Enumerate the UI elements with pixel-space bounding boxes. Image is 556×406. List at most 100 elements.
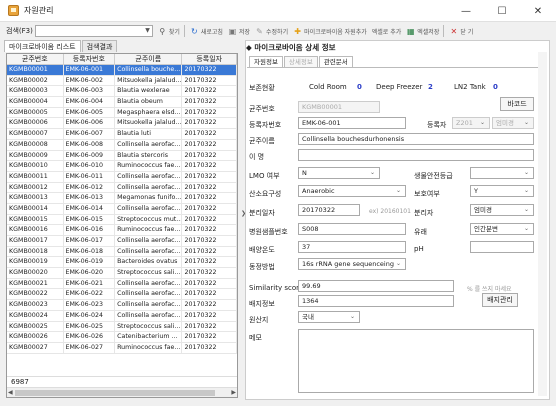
table-row[interactable]: KGMB00003 EMK-06-003 Blautia wexlerae 20170… bbox=[7, 86, 237, 98]
table-row[interactable]: KGMB00018 EMK-06-018 Collinsella aerofac..… bbox=[7, 246, 237, 258]
column-header[interactable]: 균주번호 bbox=[7, 54, 64, 64]
save-button[interactable]: ▣ 저장 bbox=[228, 27, 250, 36]
table-row[interactable]: KGMB00020 EMK-06-020 Streptococcus sali...… bbox=[7, 268, 237, 279]
excel-save-button[interactable]: ▦ 엑셀저장 bbox=[406, 27, 439, 36]
tab-resource-info[interactable]: 자원정보 bbox=[249, 56, 283, 67]
memo-field[interactable] bbox=[298, 329, 534, 393]
table-cell: EMK-06-016 bbox=[64, 225, 116, 235]
table-cell: 20170322 bbox=[182, 278, 237, 289]
table-row[interactable]: KGMB00026 EMK-06-026 Catenibacterium ... 20… bbox=[7, 332, 237, 343]
horizontal-scrollbar[interactable]: ◀ ▶ bbox=[7, 387, 237, 397]
table-row[interactable]: KGMB00022 EMK-06-022 Collinsella aerofac..… bbox=[7, 289, 237, 301]
tab-microbiome-list[interactable]: 마이크로바이옴 리스트 bbox=[4, 40, 81, 52]
registrant-id-select[interactable]: Z201 ⌄ bbox=[452, 117, 490, 129]
table-cell: 20170322 bbox=[182, 246, 237, 257]
table-cell: EMK-06-017 bbox=[64, 236, 116, 246]
table-cell: KGMB00025 bbox=[7, 321, 64, 332]
reg-no-field[interactable]: EMK-06-001 bbox=[298, 117, 406, 129]
table-row[interactable]: KGMB00019 EMK-06-019 Bacteroides ovatus 201… bbox=[7, 257, 237, 269]
vertical-scrollbar[interactable] bbox=[538, 52, 547, 396]
strain-no-field[interactable]: KGMB00001 bbox=[298, 101, 380, 113]
identification-select[interactable]: 16s rRNA gene sequenceing ⌄ bbox=[298, 258, 406, 270]
table-cell: KGMB00008 bbox=[7, 139, 64, 150]
find-button[interactable]: ⚲ 찾기 bbox=[158, 27, 179, 36]
table-row[interactable]: KGMB00008 EMK-06-008 Collinsella aerofac..… bbox=[7, 139, 237, 151]
table-row[interactable]: KGMB00009 EMK-06-009 Blautia stercoris 2017… bbox=[7, 150, 237, 162]
table-row[interactable]: KGMB00013 EMK-06-013 Megamonas funifo... 20… bbox=[7, 193, 237, 204]
source-select[interactable]: 국내 ⌄ bbox=[298, 311, 360, 323]
minimize-button[interactable]: — bbox=[448, 0, 484, 22]
strain-no-label: 균주번호 bbox=[249, 105, 275, 113]
column-header[interactable]: 균주이름 bbox=[115, 54, 183, 64]
temperature-field[interactable]: 37 bbox=[298, 241, 406, 253]
table-cell: KGMB00011 bbox=[7, 171, 64, 182]
table-cell: KGMB00002 bbox=[7, 75, 64, 86]
table-row[interactable]: KGMB00021 EMK-06-021 Collinsella aerofac..… bbox=[7, 278, 237, 290]
sample-no-field[interactable]: S008 bbox=[298, 223, 406, 235]
table-cell: Collinsella aerofac... bbox=[117, 278, 183, 289]
table-cell: 20170322 bbox=[182, 203, 237, 214]
ph-field[interactable] bbox=[470, 241, 534, 253]
table-row[interactable]: KGMB00012 EMK-06-012 Collinsella aerofac..… bbox=[7, 182, 237, 194]
table-row[interactable]: KGMB00014 EMK-06-014 Collinsella aerofac..… bbox=[7, 203, 237, 215]
table-row[interactable]: KGMB00002 EMK-06-002 Mitsuokella jalalud..… bbox=[7, 75, 237, 87]
table-row[interactable]: KGMB00024 EMK-06-024 Collinsella aerofac..… bbox=[7, 310, 237, 322]
isolation-date-field[interactable]: 20170322 bbox=[298, 204, 360, 216]
similarity-field[interactable]: 99.69 bbox=[298, 280, 454, 292]
table-cell: KGMB00026 bbox=[7, 332, 64, 342]
edit-button[interactable]: ✎ 수정하기 bbox=[255, 27, 288, 36]
medium-manage-button[interactable]: 배지관리 bbox=[482, 293, 518, 307]
table-cell: 20170322 bbox=[182, 300, 237, 310]
alias-label: 이 명 bbox=[249, 153, 265, 161]
barcode-button[interactable]: 바코드 bbox=[500, 97, 534, 111]
table-row[interactable]: KGMB00017 EMK-06-017 Collinsella aerofac..… bbox=[7, 236, 237, 247]
tab-search-results[interactable]: 검색결과 bbox=[81, 40, 118, 52]
ln2-value: 0 bbox=[493, 83, 498, 91]
maximize-button[interactable]: ☐ bbox=[484, 0, 520, 22]
biosafety-select[interactable]: ⌄ bbox=[470, 167, 534, 179]
add-resource-button[interactable]: ✚ 마이크로바이옴 자원추가 bbox=[293, 27, 367, 36]
table-row[interactable]: KGMB00015 EMK-06-015 Streptococcus mut... 2… bbox=[7, 214, 237, 226]
tab-detail-info[interactable]: 상세정보 bbox=[283, 56, 318, 67]
alias-field[interactable] bbox=[298, 149, 534, 161]
close-button[interactable]: ✕ 닫 기 bbox=[449, 27, 474, 36]
column-header[interactable]: 등록자번호 bbox=[64, 54, 116, 64]
table-row[interactable]: KGMB00007 EMK-06-007 Blautia luti 20170322 bbox=[7, 129, 237, 140]
preserve-select[interactable]: Y ⌄ bbox=[470, 185, 534, 197]
strain-name-field[interactable]: Collinsella bouchesdurhonensis bbox=[298, 133, 534, 145]
medium-field[interactable]: 1364 bbox=[298, 295, 454, 307]
table-cell: EMK-06-001 bbox=[64, 65, 116, 75]
table-row[interactable]: KGMB00027 EMK-06-027 Ruminococcus fae... 20… bbox=[7, 342, 237, 354]
close-window-button[interactable]: ✕ bbox=[520, 0, 556, 22]
table-row[interactable]: KGMB00023 EMK-06-023 Collinsella aerofac..… bbox=[7, 300, 237, 311]
isolator-select[interactable]: 엄미경 ⌄ bbox=[470, 204, 534, 216]
origin-select[interactable]: 인간분변 ⌄ bbox=[470, 223, 534, 235]
refresh-button[interactable]: ↻ 새로고침 bbox=[190, 27, 223, 36]
table-cell: KGMB00016 bbox=[7, 225, 64, 235]
table-row[interactable]: KGMB00010 EMK-06-010 Ruminococcus fae... 20… bbox=[7, 161, 237, 172]
table-row[interactable]: KGMB00006 EMK-06-006 Mitsuokella jalalud..… bbox=[7, 118, 237, 130]
table-cell: EMK-06-022 bbox=[64, 289, 116, 300]
tab-related-docs[interactable]: 관련문서 bbox=[318, 56, 353, 67]
table-row[interactable]: KGMB00001 EMK-06-001 Collinsella bouche...… bbox=[7, 65, 237, 76]
registrant-name-select[interactable]: 엄미경 ⌄ bbox=[492, 117, 534, 129]
excel-add-button[interactable]: 엑셀로 추가 bbox=[372, 27, 402, 36]
column-header[interactable]: 등록일자 bbox=[182, 54, 237, 64]
table-row[interactable]: KGMB00004 EMK-06-004 Blautia obeum 20170322 bbox=[7, 97, 237, 108]
table-row[interactable]: KGMB00025 EMK-06-025 Streptococcus sali...… bbox=[7, 321, 237, 333]
oxygen-select[interactable]: Anaerobic ⌄ bbox=[298, 185, 406, 197]
table-row[interactable]: KGMB00011 EMK-06-011 Collinsella aerofac..… bbox=[7, 171, 237, 183]
table-cell: Ruminococcus fae... bbox=[115, 161, 183, 171]
close-label: 닫 기 bbox=[460, 28, 474, 36]
registrant-label: 등록자 bbox=[427, 121, 447, 129]
scroll-left-icon[interactable]: ◀ bbox=[8, 388, 13, 397]
table-row[interactable]: KGMB00016 EMK-06-016 Ruminococcus fae... 20… bbox=[7, 225, 237, 236]
scroll-thumb[interactable] bbox=[15, 390, 215, 396]
scroll-right-icon[interactable]: ▶ bbox=[231, 388, 236, 397]
table-row[interactable]: KGMB00005 EMK-06-005 Megasphaera elsd... 20… bbox=[7, 107, 237, 119]
similarity-hint: % 를 쓰지 마세요 bbox=[467, 286, 512, 293]
search-combo[interactable]: ▼ bbox=[34, 25, 153, 37]
deep-freezer-value: 2 bbox=[428, 83, 433, 91]
lmo-select[interactable]: N ⌄ bbox=[298, 167, 380, 179]
table-cell: 20170322 bbox=[182, 257, 237, 268]
